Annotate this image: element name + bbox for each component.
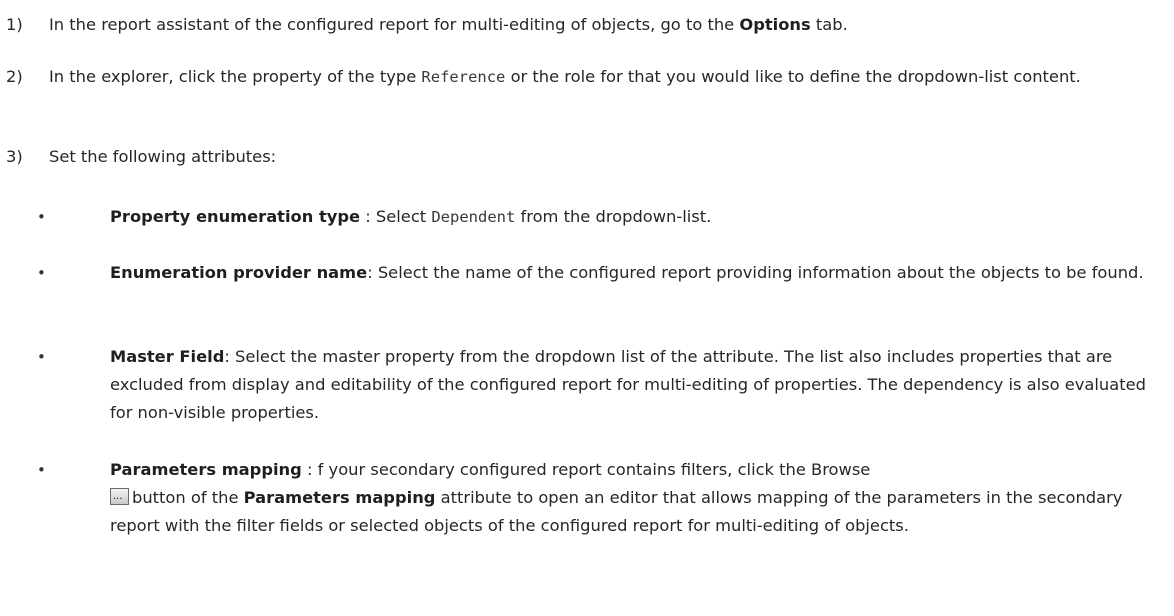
bullet-text: Master Field: Select the master property…: [110, 347, 1146, 422]
step-3: 3) Set the following attributes:: [6, 143, 1164, 171]
bullet-icon: •: [37, 208, 46, 226]
options-tab-label: Options: [739, 15, 811, 34]
bullet-icon: •: [37, 264, 46, 282]
bullet-icon: •: [37, 348, 46, 366]
step-text: Set the following attributes:: [49, 147, 277, 166]
step-2: 2) In the explorer, click the property o…: [6, 63, 1164, 91]
browse-button-icon: ...: [110, 488, 129, 505]
instructions-document: 1) In the report assistant of the config…: [0, 0, 1174, 616]
attribute-label: Parameters mapping: [110, 460, 302, 479]
bullet-enumeration-provider-name: • Enumeration provider name: Select the …: [37, 259, 1156, 287]
bullet-text: Parameters mapping : f your secondary co…: [110, 460, 1123, 535]
attribute-label: Parameters mapping: [243, 488, 436, 507]
step-number: 1): [6, 15, 23, 34]
step-text: In the explorer, click the property of t…: [49, 67, 1081, 86]
attribute-label: Property enumeration type: [110, 207, 361, 226]
step-number: 3): [6, 147, 23, 166]
reference-type-code: Reference: [421, 68, 506, 86]
bullet-text: Enumeration provider name: Select the na…: [110, 263, 1144, 282]
attribute-label: Enumeration provider name: [110, 263, 368, 282]
dependent-code: Dependent: [431, 208, 516, 226]
attribute-label: Master Field: [110, 347, 225, 366]
bullet-text: Property enumeration type : Select Depen…: [110, 207, 712, 226]
step-number: 2): [6, 67, 23, 86]
bullet-property-enumeration-type: • Property enumeration type : Select Dep…: [37, 203, 1156, 231]
bullet-icon: •: [37, 461, 46, 479]
bullet-parameters-mapping: • Parameters mapping : f your secondary …: [37, 456, 1156, 540]
step-1: 1) In the report assistant of the config…: [6, 11, 1164, 39]
step-text: In the report assistant of the configure…: [49, 15, 848, 34]
bullet-master-field: • Master Field: Select the master proper…: [37, 343, 1156, 427]
